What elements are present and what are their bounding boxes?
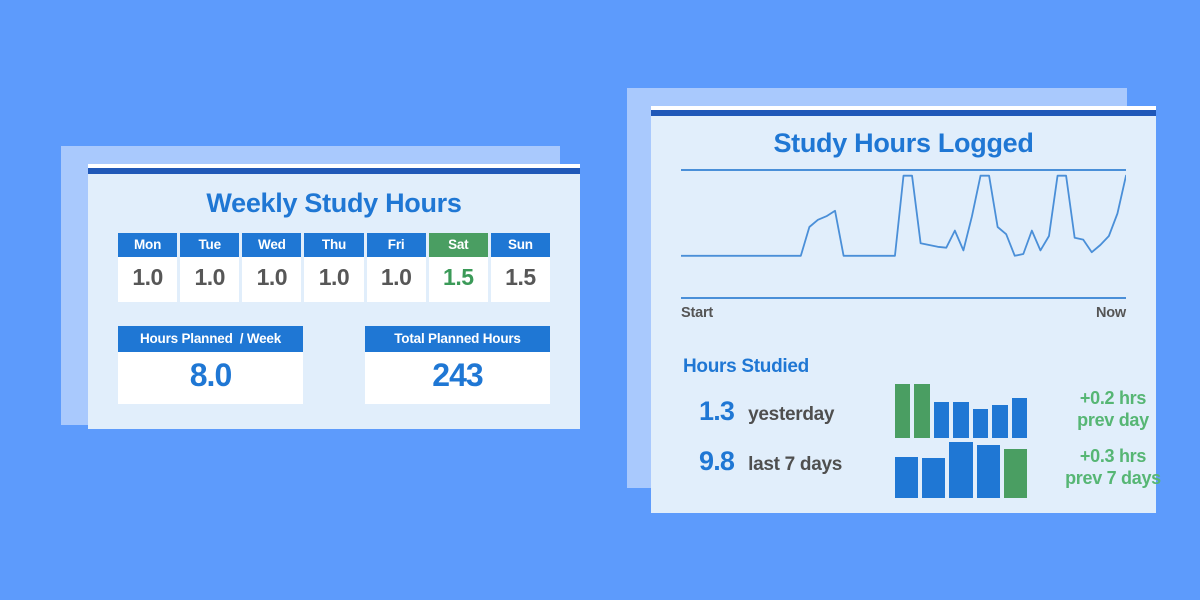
table-column-mon[interactable]: Mon 1.0 [118,233,178,302]
day-header-wed: Wed [242,233,302,257]
yesterday-bar-chart [895,384,1027,438]
table-column-fri[interactable]: Fri 1.0 [366,233,426,302]
table-column-sun[interactable]: Sun 1.5 [490,233,550,302]
delta-last-7-days: +0.3 hrs prev 7 days [1033,446,1193,490]
sparkline-axis-rule [681,297,1126,299]
day-header-mon: Mon [118,233,178,257]
delta-yesterday-value: +0.2 hrs [1079,388,1147,408]
hours-planned-per-week-value: 8.0 [118,352,303,404]
table-column-wed[interactable]: Wed 1.0 [242,233,302,302]
stat-value-last-7-days: 9.8 [699,446,735,476]
table-column-tue[interactable]: Tue 1.0 [180,233,240,302]
stat-value-yesterday: 1.3 [699,396,735,426]
sparkline-axis-labels: Start Now [681,305,1126,321]
bar [933,402,950,438]
sparkline-svg [681,169,1126,257]
dashboard-canvas: Weekly Study Hours Mon 1.0 Tue 1.0 Wed 1… [0,0,1200,600]
day-header-tue: Tue [180,233,240,257]
stat-row-yesterday: 1.3 yesterday [699,396,834,427]
sparkline-series [681,174,1126,257]
weekly-hours-table: Mon 1.0 Tue 1.0 Wed 1.0 Thu 1.0 Fri 1.0 … [118,233,550,302]
total-planned-hours-value: 243 [365,352,550,404]
study-hours-logged-title: Study Hours Logged [773,128,1034,158]
day-value-sat: 1.5 [428,257,488,302]
mini-bar-charts [895,384,1028,502]
day-header-sat: Sat [428,233,488,257]
stat-row-last-7-days: 9.8 last 7 days [699,446,842,477]
bar [992,404,1008,438]
axis-label-now: Now [1095,305,1126,321]
delta-last-7-days-period: prev 7 days [1065,467,1161,488]
bar [922,457,946,498]
bar [972,408,989,438]
day-value-sun: 1.5 [490,257,550,302]
delta-yesterday-period: prev day [1077,409,1149,430]
bar [953,402,969,438]
day-header-sun: Sun [490,233,550,257]
day-value-wed: 1.0 [242,257,302,302]
bar [895,384,911,438]
hours-studied-stats: 1.3 yesterday 9.8 last 7 days +0.2 hrs p… [681,384,1161,504]
last-7-days-bar-chart [895,442,1028,498]
table-column-thu[interactable]: Thu 1.0 [304,233,364,302]
summary-row: Hours Planned / Week 8.0 Total Planned H… [118,326,550,404]
stat-label-last-7-days: last 7 days [748,454,843,475]
day-value-tue: 1.0 [180,257,240,302]
day-header-fri: Fri [366,233,426,257]
day-value-fri: 1.0 [366,257,426,302]
delta-last-7-days-value: +0.3 hrs [1079,445,1147,466]
study-hours-sparkline [681,167,1126,297]
axis-label-start: Start [681,305,714,321]
page-title: Weekly Study Hours [206,188,462,218]
bar [895,456,919,498]
day-header-thu: Thu [304,233,364,257]
day-value-mon: 1.0 [118,257,178,302]
hours-planned-per-week-box[interactable]: Hours Planned / Week 8.0 [118,326,303,404]
total-planned-hours-box[interactable]: Total Planned Hours 243 [365,326,550,404]
bar [914,384,930,438]
study-hours-logged-card: Study Hours Logged Start Now Hours Studi… [651,106,1161,513]
bar [976,445,1000,498]
bar [1003,448,1028,498]
table-column-sat[interactable]: Sat 1.5 [428,233,488,302]
delta-column: +0.2 hrs prev day +0.3 hrs prev 7 days [1033,388,1193,490]
bar [1011,398,1027,438]
total-planned-hours-label: Total Planned Hours [365,326,550,352]
hours-planned-per-week-label: Hours Planned / Week [118,326,303,352]
stat-label-yesterday: yesterday [748,404,835,425]
delta-yesterday: +0.2 hrs prev day [1033,388,1193,432]
day-value-thu: 1.0 [304,257,364,302]
bar [949,442,973,498]
weekly-study-hours-card: Weekly Study Hours Mon 1.0 Tue 1.0 Wed 1… [88,164,580,429]
hours-studied-heading: Hours Studied [683,356,809,377]
